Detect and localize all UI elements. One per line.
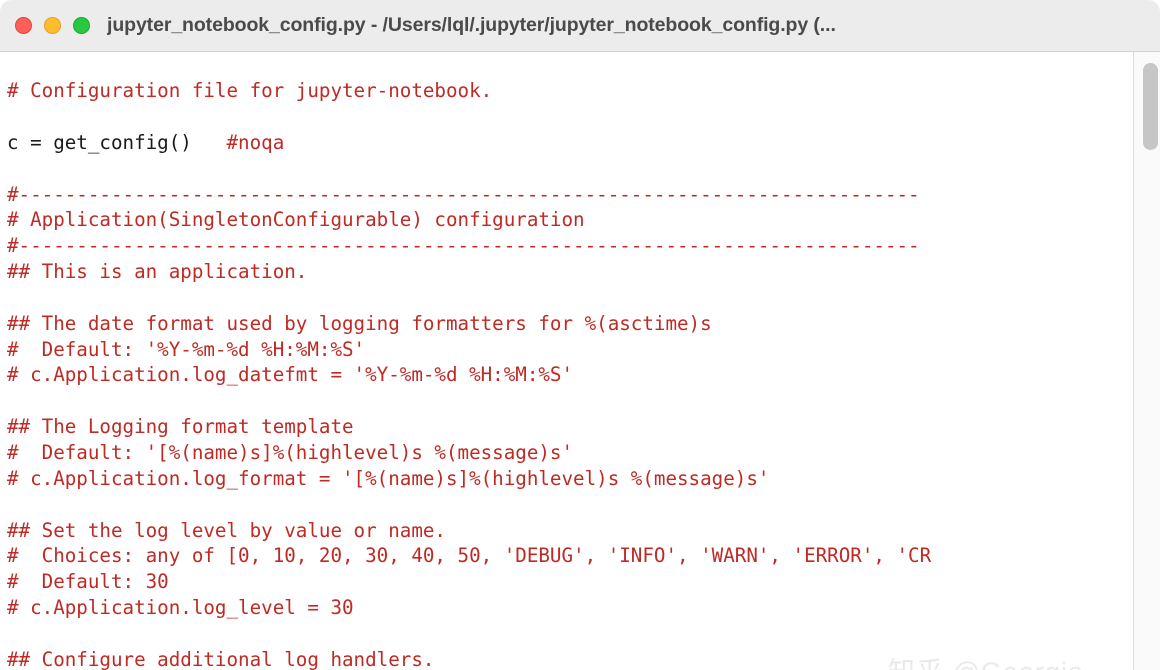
code-line: ## This is an application. xyxy=(7,260,308,284)
code-line: # c.Application.log_level = 30 xyxy=(7,596,354,620)
code-line: # Configuration file for jupyter-noteboo… xyxy=(7,79,493,103)
code-line: c = get_config() #noqa xyxy=(7,130,1133,156)
code-line: ## Configure additional log handlers. xyxy=(7,647,435,670)
code-line: # c.Application.log_datefmt = '%Y-%m-%d … xyxy=(7,363,574,387)
traffic-light-group xyxy=(15,17,90,34)
minimize-window-button[interactable] xyxy=(44,17,61,34)
code-line: ## The date format used by logging forma… xyxy=(7,311,712,335)
code-line: # Default: 30 xyxy=(7,570,169,594)
code-line: #---------------------------------------… xyxy=(7,182,920,206)
window-title: jupyter_notebook_config.py - /Users/lql/… xyxy=(107,14,836,36)
code-line: # c.Application.log_format = '[%(name)s]… xyxy=(7,466,770,490)
vertical-scrollbar-thumb[interactable] xyxy=(1143,63,1158,150)
maximize-window-button[interactable] xyxy=(73,17,90,34)
close-window-button[interactable] xyxy=(15,17,32,34)
editor-window: jupyter_notebook_config.py - /Users/lql/… xyxy=(0,0,1160,670)
code-line: #---------------------------------------… xyxy=(7,234,920,258)
code-line: # Application(SingletonConfigurable) con… xyxy=(7,208,585,232)
code-line: # Default: '%Y-%m-%d %H:%M:%S' xyxy=(7,337,366,361)
code-line: # Default: '[%(name)s]%(highlevel)s %(me… xyxy=(7,441,574,464)
code-line: ## The Logging format template xyxy=(7,415,354,439)
code-token: c = get_config() xyxy=(7,130,227,154)
window-titlebar[interactable]: jupyter_notebook_config.py - /Users/lql/… xyxy=(0,0,1160,52)
code-line: ## Set the log level by value or name. xyxy=(7,518,446,542)
code-line: # Choices: any of [0, 10, 20, 30, 40, 50… xyxy=(7,544,932,568)
code-text-area[interactable]: # Configuration file for jupyter-noteboo… xyxy=(0,71,1133,670)
comment-token: #noqa xyxy=(226,130,285,154)
code-editor[interactable]: # Configuration file for jupyter-noteboo… xyxy=(0,52,1160,670)
